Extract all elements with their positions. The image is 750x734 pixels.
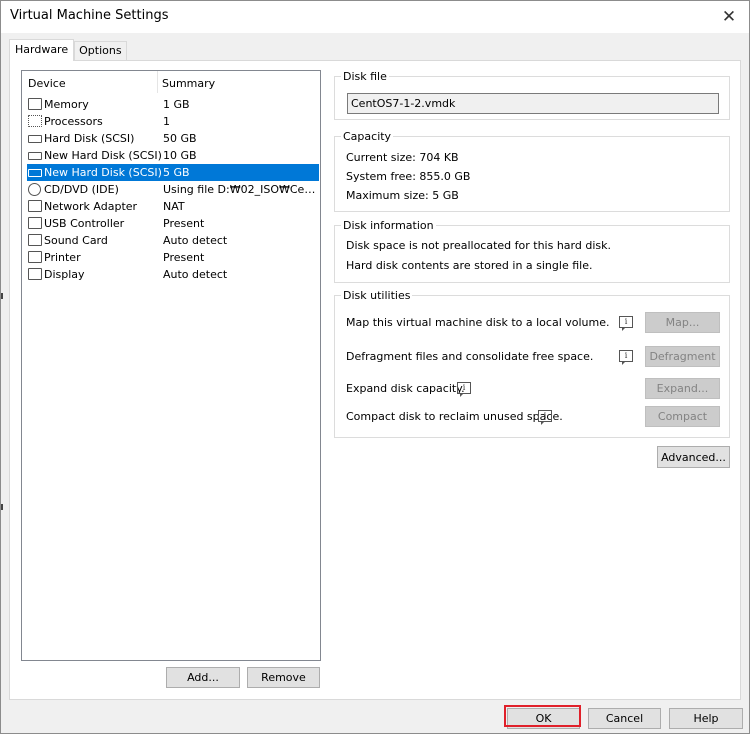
map-description: Map this virtual machine disk to a local… — [346, 316, 610, 329]
edge-marker — [1, 293, 3, 299]
info-icon[interactable]: i — [619, 350, 633, 365]
disk-utilities-group: Disk utilities Map this virtual machine … — [334, 289, 730, 438]
device-row-display[interactable]: Display Auto detect — [27, 266, 319, 283]
disk-information-title: Disk information — [341, 219, 436, 232]
disk-info-line-1: Disk space is not preallocated for this … — [346, 239, 611, 252]
device-summary: 5 GB — [163, 166, 190, 179]
tab-options[interactable]: Options — [74, 41, 127, 61]
close-button[interactable]: ✕ — [715, 5, 743, 29]
device-name: New Hard Disk (SCSI) — [44, 149, 162, 162]
info-icon[interactable]: i — [457, 382, 471, 397]
device-summary: 50 GB — [163, 132, 197, 145]
device-row-sound-card[interactable]: Sound Card Auto detect — [27, 232, 319, 249]
network-adapter-icon — [28, 200, 42, 212]
device-summary: Auto detect — [163, 268, 228, 281]
device-name: New Hard Disk (SCSI) — [44, 166, 162, 179]
tab-strip: Hardware Options — [9, 39, 127, 61]
processor-icon — [28, 115, 42, 127]
device-name: Hard Disk (SCSI) — [44, 132, 135, 145]
remove-device-button[interactable]: Remove — [247, 667, 320, 688]
disk-info-line-2: Hard disk contents are stored in a singl… — [346, 259, 593, 272]
capacity-group: Capacity Current size: 704 KB System fre… — [334, 130, 730, 212]
add-device-button[interactable]: Add... — [166, 667, 240, 688]
device-name: Network Adapter — [44, 200, 138, 213]
column-header-summary[interactable]: Summary — [162, 77, 215, 90]
device-summary: NAT — [163, 200, 185, 213]
edge-marker — [1, 504, 3, 510]
device-name: Display — [44, 268, 85, 281]
device-row-hard-disk[interactable]: Hard Disk (SCSI) 50 GB — [27, 130, 319, 147]
maximum-size: Maximum size: 5 GB — [346, 189, 459, 202]
advanced-button[interactable]: Advanced... — [657, 446, 730, 468]
cd-dvd-icon — [28, 183, 41, 196]
device-summary: Present — [163, 251, 205, 264]
column-separator[interactable] — [157, 71, 158, 93]
memory-icon — [28, 98, 42, 110]
tab-hardware[interactable]: Hardware — [9, 39, 75, 61]
map-button[interactable]: Map... — [645, 312, 720, 333]
hard-disk-icon — [28, 135, 42, 143]
usb-icon — [28, 217, 42, 229]
info-icon[interactable]: i — [538, 410, 552, 425]
device-row-memory[interactable]: Memory 1 GB — [27, 96, 319, 113]
device-row-new-hard-disk-5gb[interactable]: New Hard Disk (SCSI) 5 GB — [27, 164, 319, 181]
ok-button[interactable]: OK — [507, 708, 580, 729]
window-title: Virtual Machine Settings — [10, 8, 169, 23]
compact-button[interactable]: Compact — [645, 406, 720, 427]
info-icon[interactable]: i — [619, 316, 633, 331]
hard-disk-icon — [28, 152, 42, 160]
device-name: Printer — [44, 251, 81, 264]
printer-icon — [28, 251, 42, 263]
disk-file-field[interactable]: CentOS7-1-2.vmdk — [347, 93, 719, 114]
device-summary: 1 — [163, 115, 170, 128]
disk-file-title: Disk file — [341, 70, 389, 83]
cancel-button[interactable]: Cancel — [588, 708, 661, 729]
device-row-processors[interactable]: Processors 1 — [27, 113, 319, 130]
device-row-printer[interactable]: Printer Present — [27, 249, 319, 266]
vm-settings-window: Virtual Machine Settings ✕ Hardware Opti… — [0, 0, 750, 734]
device-name: CD/DVD (IDE) — [44, 183, 119, 196]
device-summary: Present — [163, 217, 205, 230]
column-header-device[interactable]: Device — [28, 77, 66, 90]
device-row-usb-controller[interactable]: USB Controller Present — [27, 215, 319, 232]
device-row-network-adapter[interactable]: Network Adapter NAT — [27, 198, 319, 215]
defragment-button[interactable]: Defragment — [645, 346, 720, 367]
device-list-header: Device Summary — [22, 71, 320, 95]
device-name: Processors — [44, 115, 103, 128]
device-list[interactable]: Device Summary Memory 1 GB Processors 1 … — [21, 70, 321, 661]
expand-button[interactable]: Expand... — [645, 378, 720, 399]
close-icon: ✕ — [721, 7, 737, 27]
speaker-icon — [28, 234, 42, 246]
disk-file-group: Disk file CentOS7-1-2.vmdk — [334, 70, 730, 120]
device-summary: Using file D:₩02_ISO₩Cent... — [163, 183, 318, 196]
device-summary: 10 GB — [163, 149, 197, 162]
device-name: USB Controller — [44, 217, 125, 230]
capacity-title: Capacity — [341, 130, 394, 143]
system-free: System free: 855.0 GB — [346, 170, 471, 183]
hardware-panel: Device Summary Memory 1 GB Processors 1 … — [9, 60, 741, 700]
disk-utilities-title: Disk utilities — [341, 289, 413, 302]
disk-information-group: Disk information Disk space is not preal… — [334, 219, 730, 283]
device-name: Sound Card — [44, 234, 108, 247]
title-bar: Virtual Machine Settings ✕ — [1, 1, 749, 33]
defragment-description: Defragment files and consolidate free sp… — [346, 350, 594, 363]
hard-disk-icon — [28, 169, 42, 177]
expand-description: Expand disk capacity. — [346, 382, 465, 395]
device-summary: Auto detect — [163, 234, 228, 247]
compact-description: Compact disk to reclaim unused space. — [346, 410, 563, 423]
monitor-icon — [28, 268, 42, 280]
device-summary: 1 GB — [163, 98, 190, 111]
device-row-new-hard-disk-10gb[interactable]: New Hard Disk (SCSI) 10 GB — [27, 147, 319, 164]
device-row-cd-dvd[interactable]: CD/DVD (IDE) Using file D:₩02_ISO₩Cent..… — [27, 181, 319, 198]
device-name: Memory — [44, 98, 89, 111]
current-size: Current size: 704 KB — [346, 151, 459, 164]
help-button[interactable]: Help — [669, 708, 743, 729]
